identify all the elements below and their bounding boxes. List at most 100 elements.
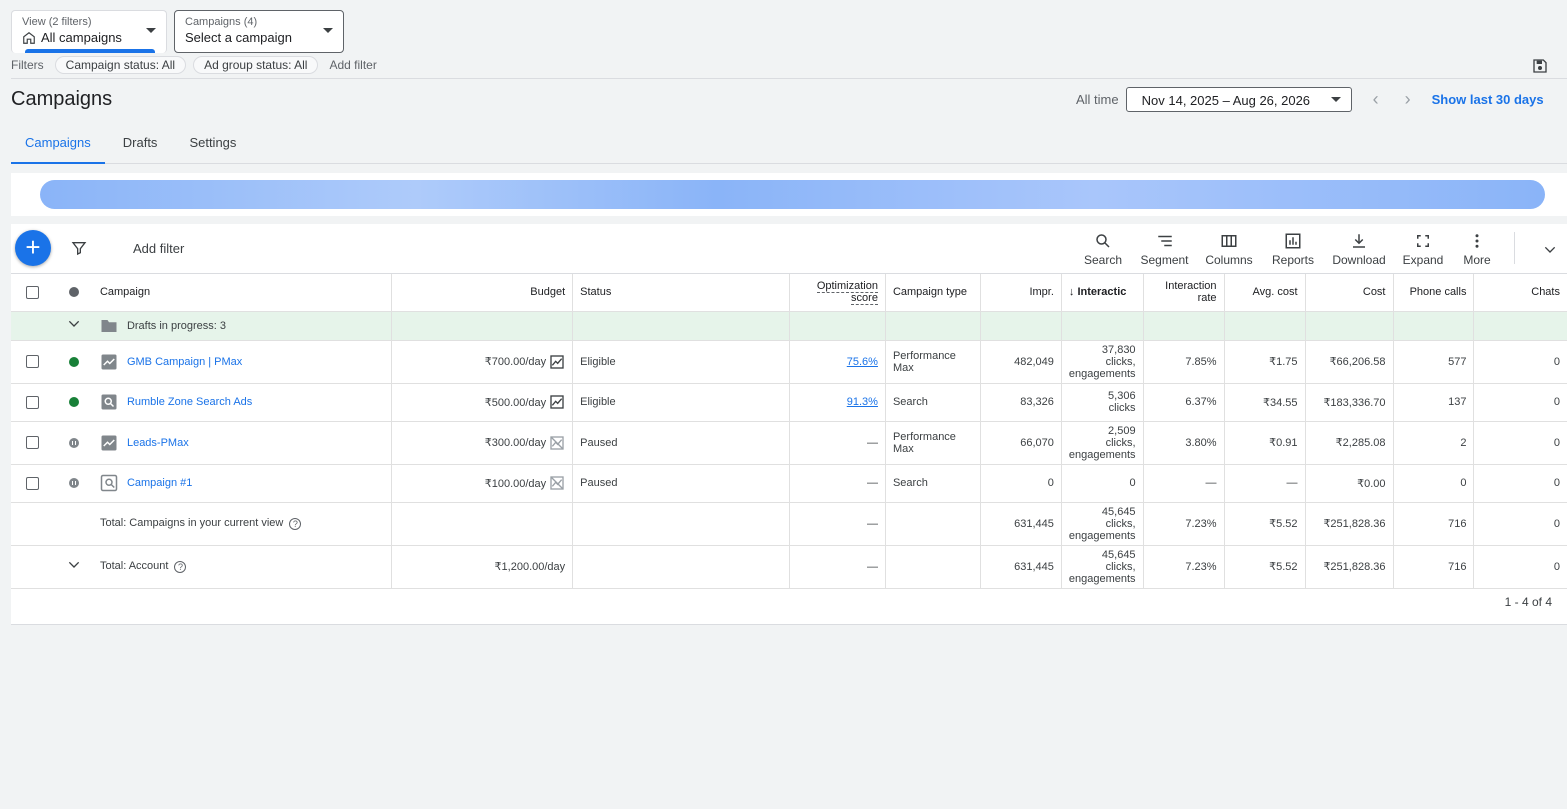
- campaign-type-line2: Max: [892, 442, 914, 455]
- tab-campaigns[interactable]: Campaigns: [11, 125, 105, 164]
- download-tool-button[interactable]: Download: [1329, 232, 1389, 267]
- avg-cost-cell: ₹34.55: [1224, 383, 1306, 422]
- chevron-down-icon[interactable]: [66, 316, 82, 332]
- header-cost[interactable]: Cost: [1305, 274, 1394, 312]
- chats-cell: 0: [1473, 502, 1567, 546]
- header-campaign-type[interactable]: Campaign type: [885, 274, 981, 312]
- chevron-down-icon[interactable]: [66, 557, 82, 573]
- header-budget[interactable]: Budget: [391, 274, 574, 312]
- total-account-label: Total: Account: [99, 560, 169, 573]
- reports-tool-button[interactable]: Reports: [1265, 232, 1321, 267]
- search-tool-label: Search: [1083, 253, 1123, 267]
- add-campaign-button[interactable]: +: [15, 230, 51, 266]
- status-cell: Paused: [572, 421, 790, 465]
- interactions-line2: clicks,: [1105, 517, 1136, 530]
- cost-cell: ₹0.00: [1305, 464, 1394, 503]
- campaign-name-link[interactable]: Leads-PMax: [127, 437, 189, 449]
- total-account-row: Total: Account? ₹1,200.00/day — 631,445 …: [11, 545, 1567, 589]
- header-campaign[interactable]: Campaign: [92, 274, 393, 312]
- header-avg-cost[interactable]: Avg. cost: [1224, 274, 1306, 312]
- tabs: Campaigns Drafts Settings: [11, 125, 1567, 164]
- campaign-type-line1: Search: [892, 477, 928, 489]
- interactions-line1: 45,645: [1101, 548, 1136, 561]
- table-row[interactable]: Leads-PMax ₹300.00/day Paused — Performa…: [11, 421, 1567, 465]
- page-title: Campaigns: [11, 88, 113, 110]
- reports-icon: [1285, 233, 1301, 249]
- search-tool-button[interactable]: Search: [1078, 232, 1128, 267]
- checkbox[interactable]: [26, 285, 40, 299]
- table-row[interactable]: Campaign #1 ₹100.00/day Paused — Search …: [11, 464, 1567, 503]
- view-selector[interactable]: View (2 filters) All campaigns: [11, 10, 167, 53]
- checkbox[interactable]: [26, 476, 40, 490]
- avg-cost-cell: ₹1.75: [1224, 340, 1306, 384]
- checkbox[interactable]: [26, 436, 40, 449]
- campaign-selector[interactable]: Campaigns (4) Select a campaign: [174, 10, 344, 53]
- toolbar-divider: [1514, 232, 1515, 264]
- chevron-left-icon[interactable]: ‹: [1368, 89, 1384, 110]
- optimization-score-link[interactable]: 91.3%: [847, 396, 878, 408]
- budget-chart-icon[interactable]: [549, 394, 565, 410]
- header-interaction-rate[interactable]: Interaction rate: [1143, 274, 1225, 312]
- toolbar-tools: Search Segment Columns Reports Download …: [1078, 232, 1505, 267]
- filter-chip-campaign-status[interactable]: Campaign status: All: [54, 56, 187, 74]
- chevron-right-icon[interactable]: ›: [1400, 89, 1416, 110]
- expand-tool-button[interactable]: Expand: [1397, 232, 1449, 267]
- checkbox[interactable]: [26, 395, 40, 409]
- header-phone-calls[interactable]: Phone calls: [1393, 274, 1475, 312]
- chart-placeholder: [11, 173, 1567, 216]
- campaign-type-line1: Search: [892, 396, 928, 408]
- header-optimization-score[interactable]: Optimization score: [789, 274, 886, 312]
- columns-tool-button[interactable]: Columns: [1201, 232, 1257, 267]
- interactions-line3: engagements: [1068, 448, 1136, 461]
- help-icon[interactable]: ?: [174, 560, 187, 573]
- optimization-score-link[interactable]: 75.6%: [847, 356, 878, 368]
- phone-calls-cell: 2: [1393, 421, 1475, 465]
- table-header-row: Campaign Budget Status Optimization score…: [11, 274, 1567, 312]
- segment-tool-button[interactable]: Segment: [1136, 232, 1193, 267]
- interaction-rate-cell: 7.23%: [1143, 545, 1225, 589]
- more-tool-button[interactable]: More: [1457, 232, 1497, 267]
- optimization-score-cell: —: [789, 421, 886, 465]
- header-status[interactable]: Status: [572, 274, 790, 312]
- search-campaign-icon: [100, 474, 118, 492]
- reports-tool-label: Reports: [1271, 253, 1315, 267]
- help-icon[interactable]: ?: [289, 517, 302, 530]
- filter-chip-ad-group-status[interactable]: Ad group status: All: [193, 56, 319, 74]
- interactions-line2: clicks,: [1105, 355, 1136, 368]
- segment-tool-label: Segment: [1140, 253, 1189, 267]
- interaction-rate-cell: 3.80%: [1143, 421, 1225, 465]
- add-filter-link[interactable]: Add filter: [329, 58, 376, 72]
- view-selector-label: View (2 filters): [22, 16, 92, 28]
- add-filter-button[interactable]: Add filter: [133, 241, 184, 256]
- campaign-name-link[interactable]: Rumble Zone Search Ads: [127, 396, 252, 408]
- table-row[interactable]: Rumble Zone Search Ads ₹500.00/day Eligi…: [11, 383, 1567, 422]
- tab-drafts[interactable]: Drafts: [109, 125, 172, 164]
- header-interactions[interactable]: ↓ Interactic: [1061, 274, 1144, 312]
- campaign-name-link[interactable]: Campaign #1: [127, 477, 192, 489]
- chevron-down-icon[interactable]: [1542, 242, 1558, 258]
- show-last-30-days-link[interactable]: Show last 30 days: [1432, 92, 1544, 107]
- filter-icon[interactable]: [71, 240, 87, 256]
- pagination: 1 - 4 of 4: [1504, 595, 1552, 609]
- header-impr[interactable]: Impr.: [980, 274, 1062, 312]
- budget-chart-icon[interactable]: [549, 354, 565, 370]
- fullscreen-icon: [1417, 235, 1429, 247]
- campaign-name-link[interactable]: GMB Campaign | PMax: [127, 356, 242, 368]
- header-select-all[interactable]: [11, 274, 55, 312]
- status-paused-icon: [68, 478, 79, 489]
- checkbox[interactable]: [26, 355, 40, 368]
- status-eligible-icon: [68, 356, 79, 367]
- impr-cell: 66,070: [980, 421, 1062, 465]
- status-cell: Eligible: [572, 383, 790, 422]
- interactions-line3: engagements: [1068, 529, 1136, 542]
- drafts-row[interactable]: Drafts in progress: 3: [11, 311, 1567, 341]
- save-icon[interactable]: [1532, 58, 1548, 74]
- loading-bar: [40, 180, 1545, 209]
- cost-cell: ₹66,206.58: [1305, 340, 1394, 384]
- date-range-picker[interactable]: Nov 14, 2025 – Aug 26, 2026: [1125, 87, 1352, 112]
- interactions-line1: 2,509: [1108, 424, 1136, 437]
- header-chats[interactable]: Chats: [1473, 274, 1567, 312]
- table-row[interactable]: GMB Campaign | PMax ₹700.00/day Eligible…: [11, 340, 1567, 384]
- tab-settings[interactable]: Settings: [175, 125, 250, 164]
- table-toolbar: + Add filter Search Segment Columns Repo…: [11, 224, 1567, 274]
